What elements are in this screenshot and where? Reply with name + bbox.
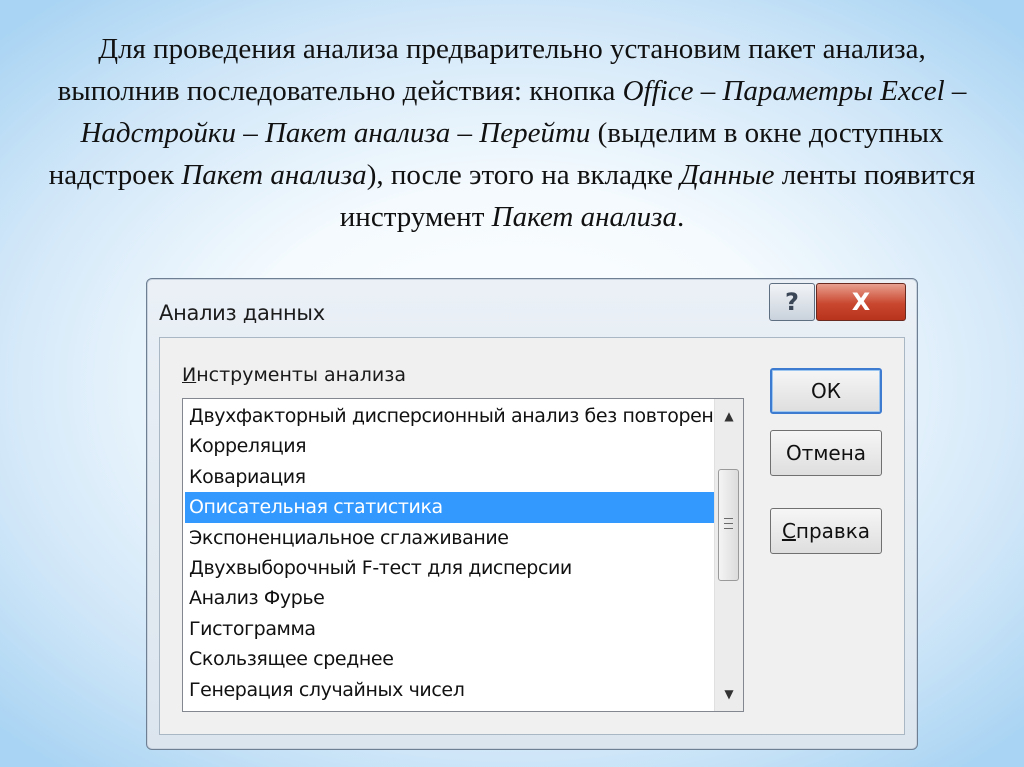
dialog-titlebar[interactable]: Анализ данных ? X (147, 279, 917, 339)
cancel-button[interactable]: Отмена (770, 430, 882, 476)
paragraph-segment: Пакет анализа (491, 201, 677, 233)
list-item[interactable]: Скользящее среднее (185, 644, 715, 674)
tools-list-label: Инструменты анализа (182, 364, 406, 386)
scroll-down-arrow-icon[interactable]: ▼ (715, 681, 743, 707)
help-question-button[interactable]: ? (769, 283, 815, 321)
paragraph-segment: Пакет анализа (181, 159, 367, 191)
question-icon: ? (785, 288, 799, 316)
tools-listbox[interactable]: Двухфакторный дисперсионный анализ без п… (182, 398, 744, 712)
grip-line (724, 528, 733, 529)
help-accelerator: С (781, 519, 796, 543)
paragraph-segment: ), после этого на вкладке (366, 159, 681, 191)
close-button[interactable]: X (816, 283, 906, 321)
scrollbar-thumb[interactable] (718, 469, 739, 581)
list-item-selected[interactable]: Описательная статистика (185, 492, 715, 523)
list-item[interactable]: Корреляция (185, 431, 715, 461)
scroll-up-arrow-icon[interactable]: ▲ (715, 403, 743, 429)
list-item[interactable]: Двухфакторный дисперсионный анализ без п… (185, 401, 715, 431)
close-icon: X (851, 288, 871, 316)
tools-list-items: Двухфакторный дисперсионный анализ без п… (185, 401, 715, 705)
list-item[interactable]: Ковариация (185, 462, 715, 492)
dialog-title: Анализ данных (159, 301, 325, 325)
paragraph-segment: . (676, 201, 685, 233)
dialog-client-area: Инструменты анализа Двухфакторный диспер… (159, 337, 905, 735)
analysis-dialog: Анализ данных ? X Инструменты анализа Дв… (146, 278, 918, 750)
vertical-scrollbar[interactable]: ▲ ▼ (714, 399, 743, 711)
list-item[interactable]: Генерация случайных чисел (185, 675, 715, 705)
paragraph-segment: Данные (680, 159, 775, 191)
label-text: нструменты анализа (196, 364, 406, 386)
list-item[interactable]: Двухвыборочный F-тест для дисперсии (185, 553, 715, 583)
ok-button[interactable]: ОК (770, 368, 882, 414)
list-item[interactable]: Гистограмма (185, 614, 715, 644)
help-button[interactable]: Справка (770, 508, 882, 554)
grip-line (724, 523, 733, 524)
slide-paragraph: Для проведения анализа предварительно ус… (40, 28, 984, 238)
list-item[interactable]: Анализ Фурье (185, 583, 715, 613)
label-accelerator: И (182, 364, 197, 386)
help-label-text: правка (795, 519, 871, 543)
grip-line (724, 518, 733, 519)
list-item[interactable]: Экспоненциальное сглаживание (185, 523, 715, 553)
